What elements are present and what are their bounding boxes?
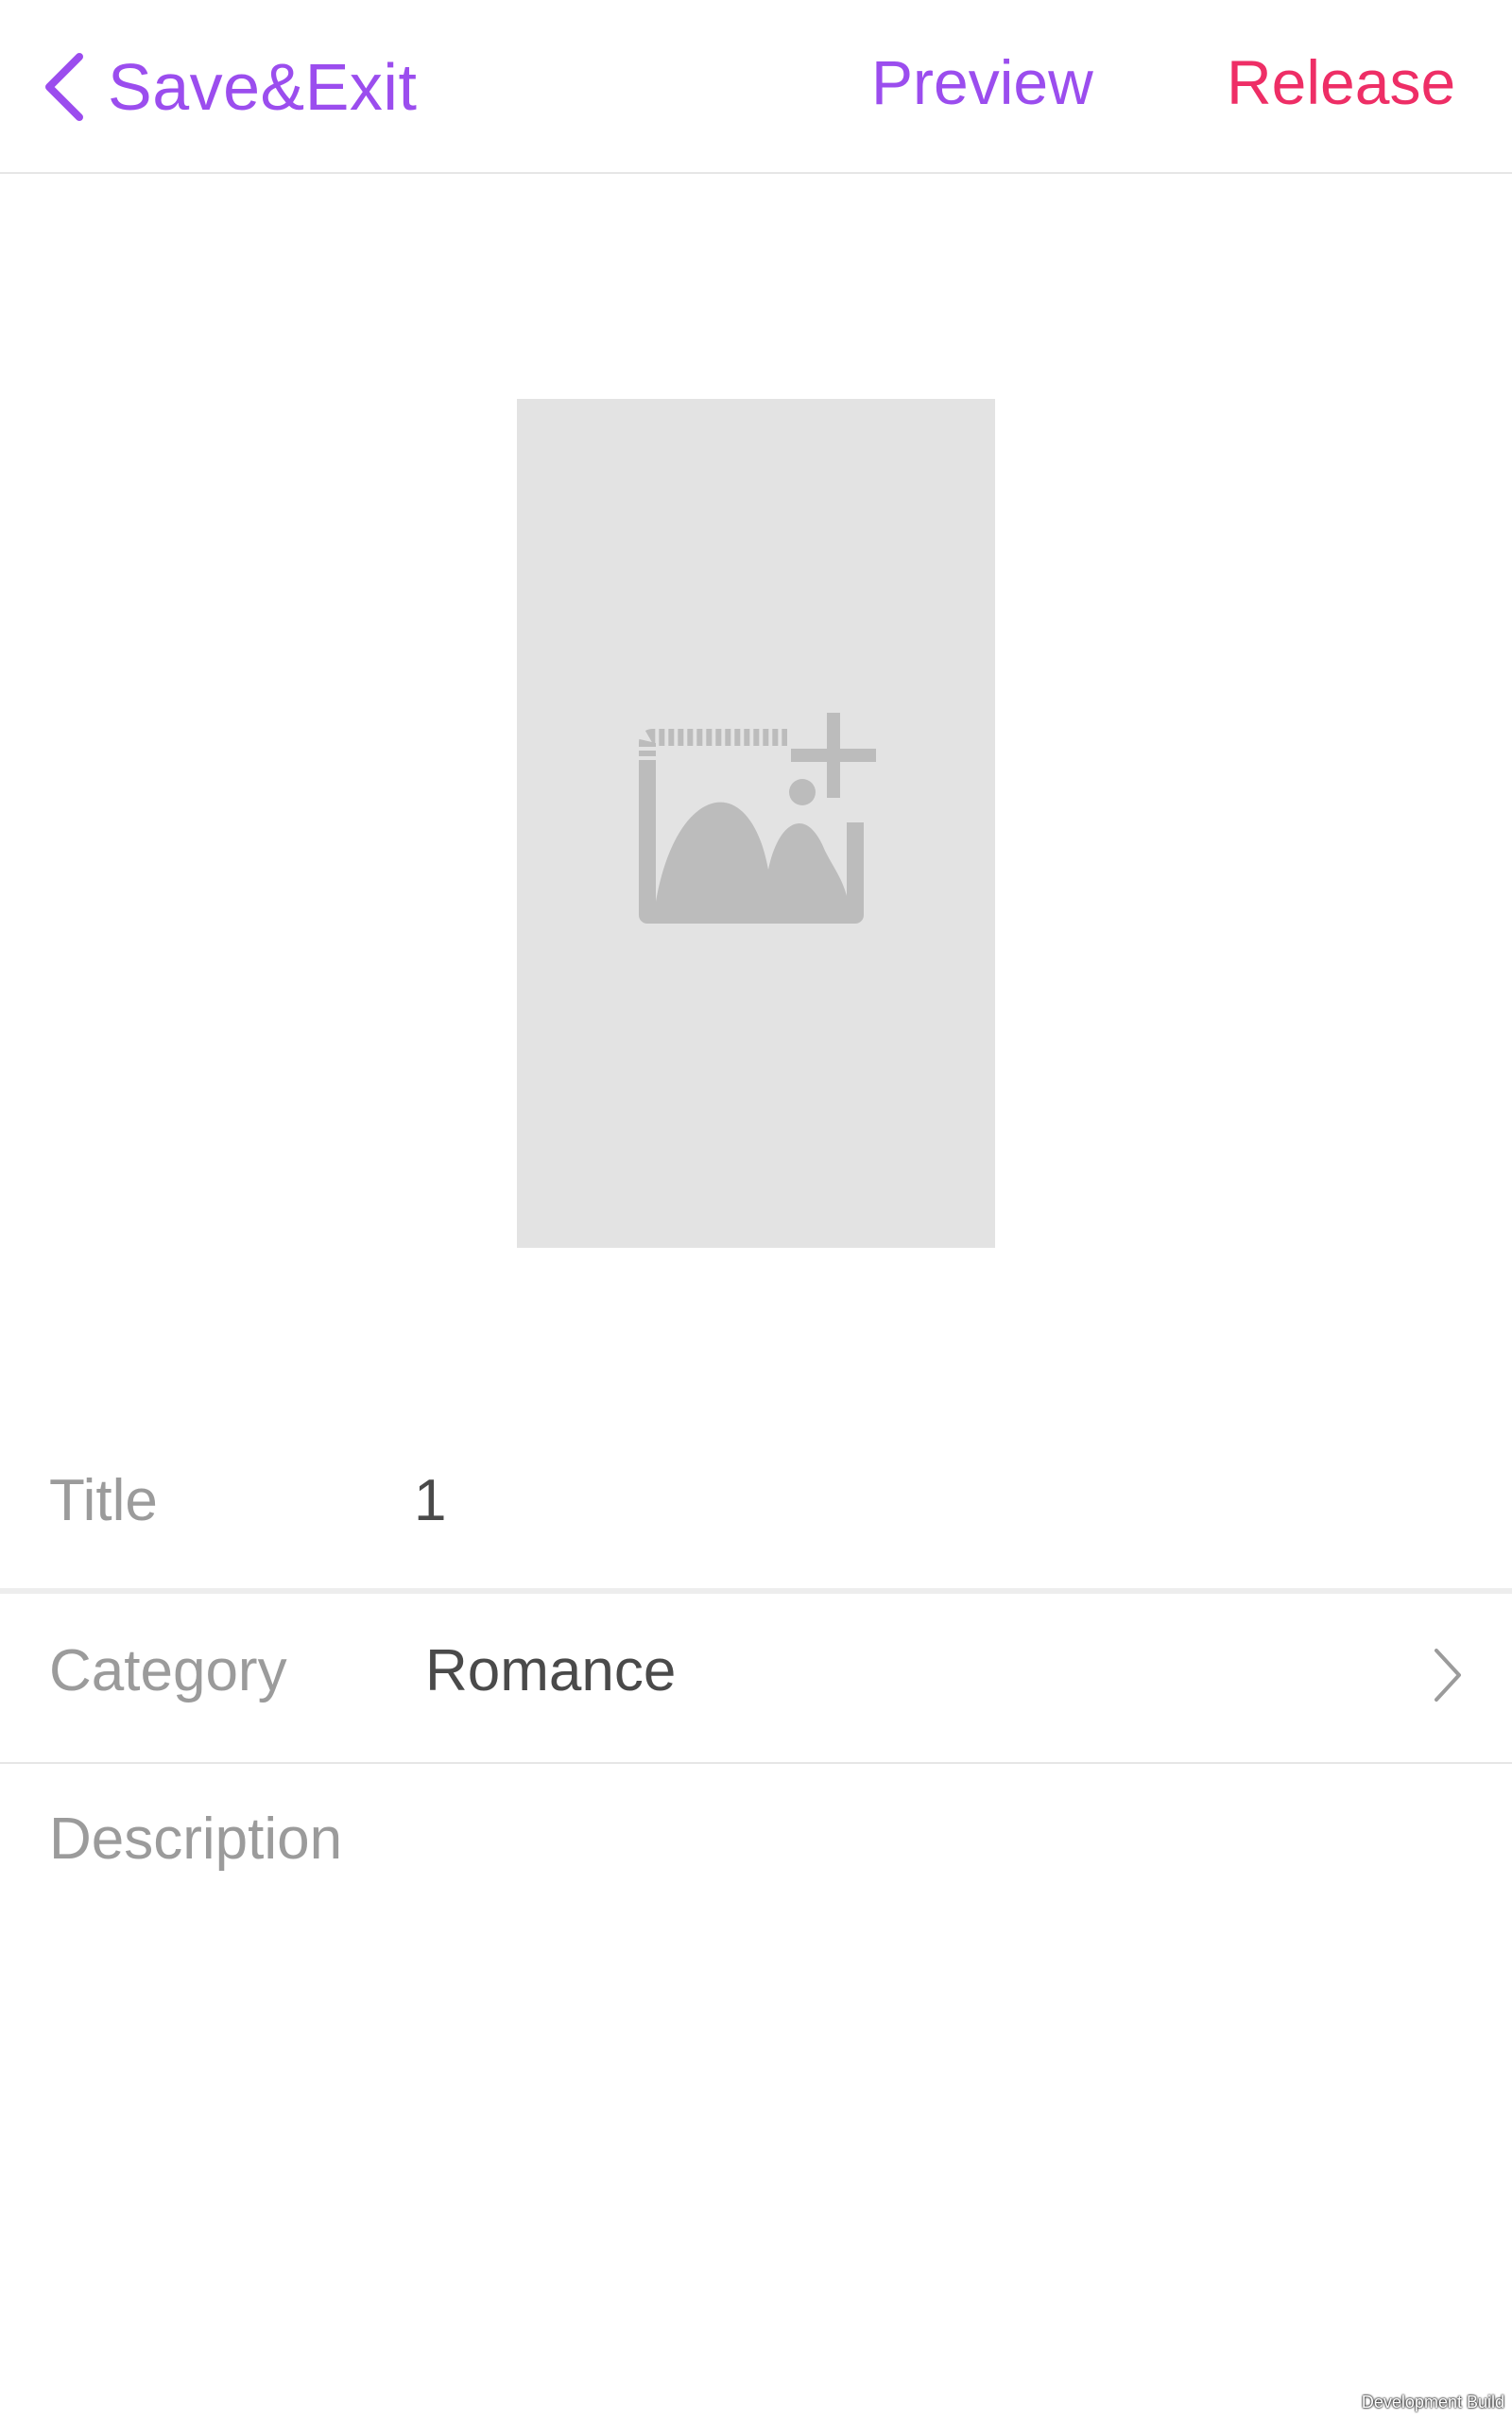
chevron-right-icon	[1435, 1649, 1461, 1702]
release-button[interactable]: Release	[1227, 40, 1455, 125]
description-input[interactable]	[49, 1915, 1467, 2297]
title-input[interactable]: 1	[414, 1467, 446, 1534]
title-label: Title	[49, 1468, 158, 1533]
category-row[interactable]: Category Romance	[0, 1594, 1512, 1764]
title-row[interactable]: Title 1	[0, 1418, 1512, 1594]
description-label: Description	[49, 1806, 343, 1872]
story-editor-screen: Save&Exit Preview Release Title 1 Catego…	[0, 0, 1512, 2420]
preview-button[interactable]: Preview	[871, 40, 1093, 125]
category-value: Romance	[425, 1638, 677, 1703]
top-bar: Save&Exit Preview Release	[0, 0, 1512, 174]
cover-image-picker[interactable]	[517, 399, 995, 1248]
save-exit-button[interactable]: Save&Exit	[38, 40, 417, 134]
description-row: Description	[0, 1764, 1512, 2331]
chevron-left-icon	[45, 53, 83, 121]
save-exit-label: Save&Exit	[108, 50, 418, 124]
category-label: Category	[49, 1638, 287, 1703]
add-image-icon	[639, 713, 876, 924]
development-build-watermark: Development Build	[1361, 2393, 1504, 2411]
